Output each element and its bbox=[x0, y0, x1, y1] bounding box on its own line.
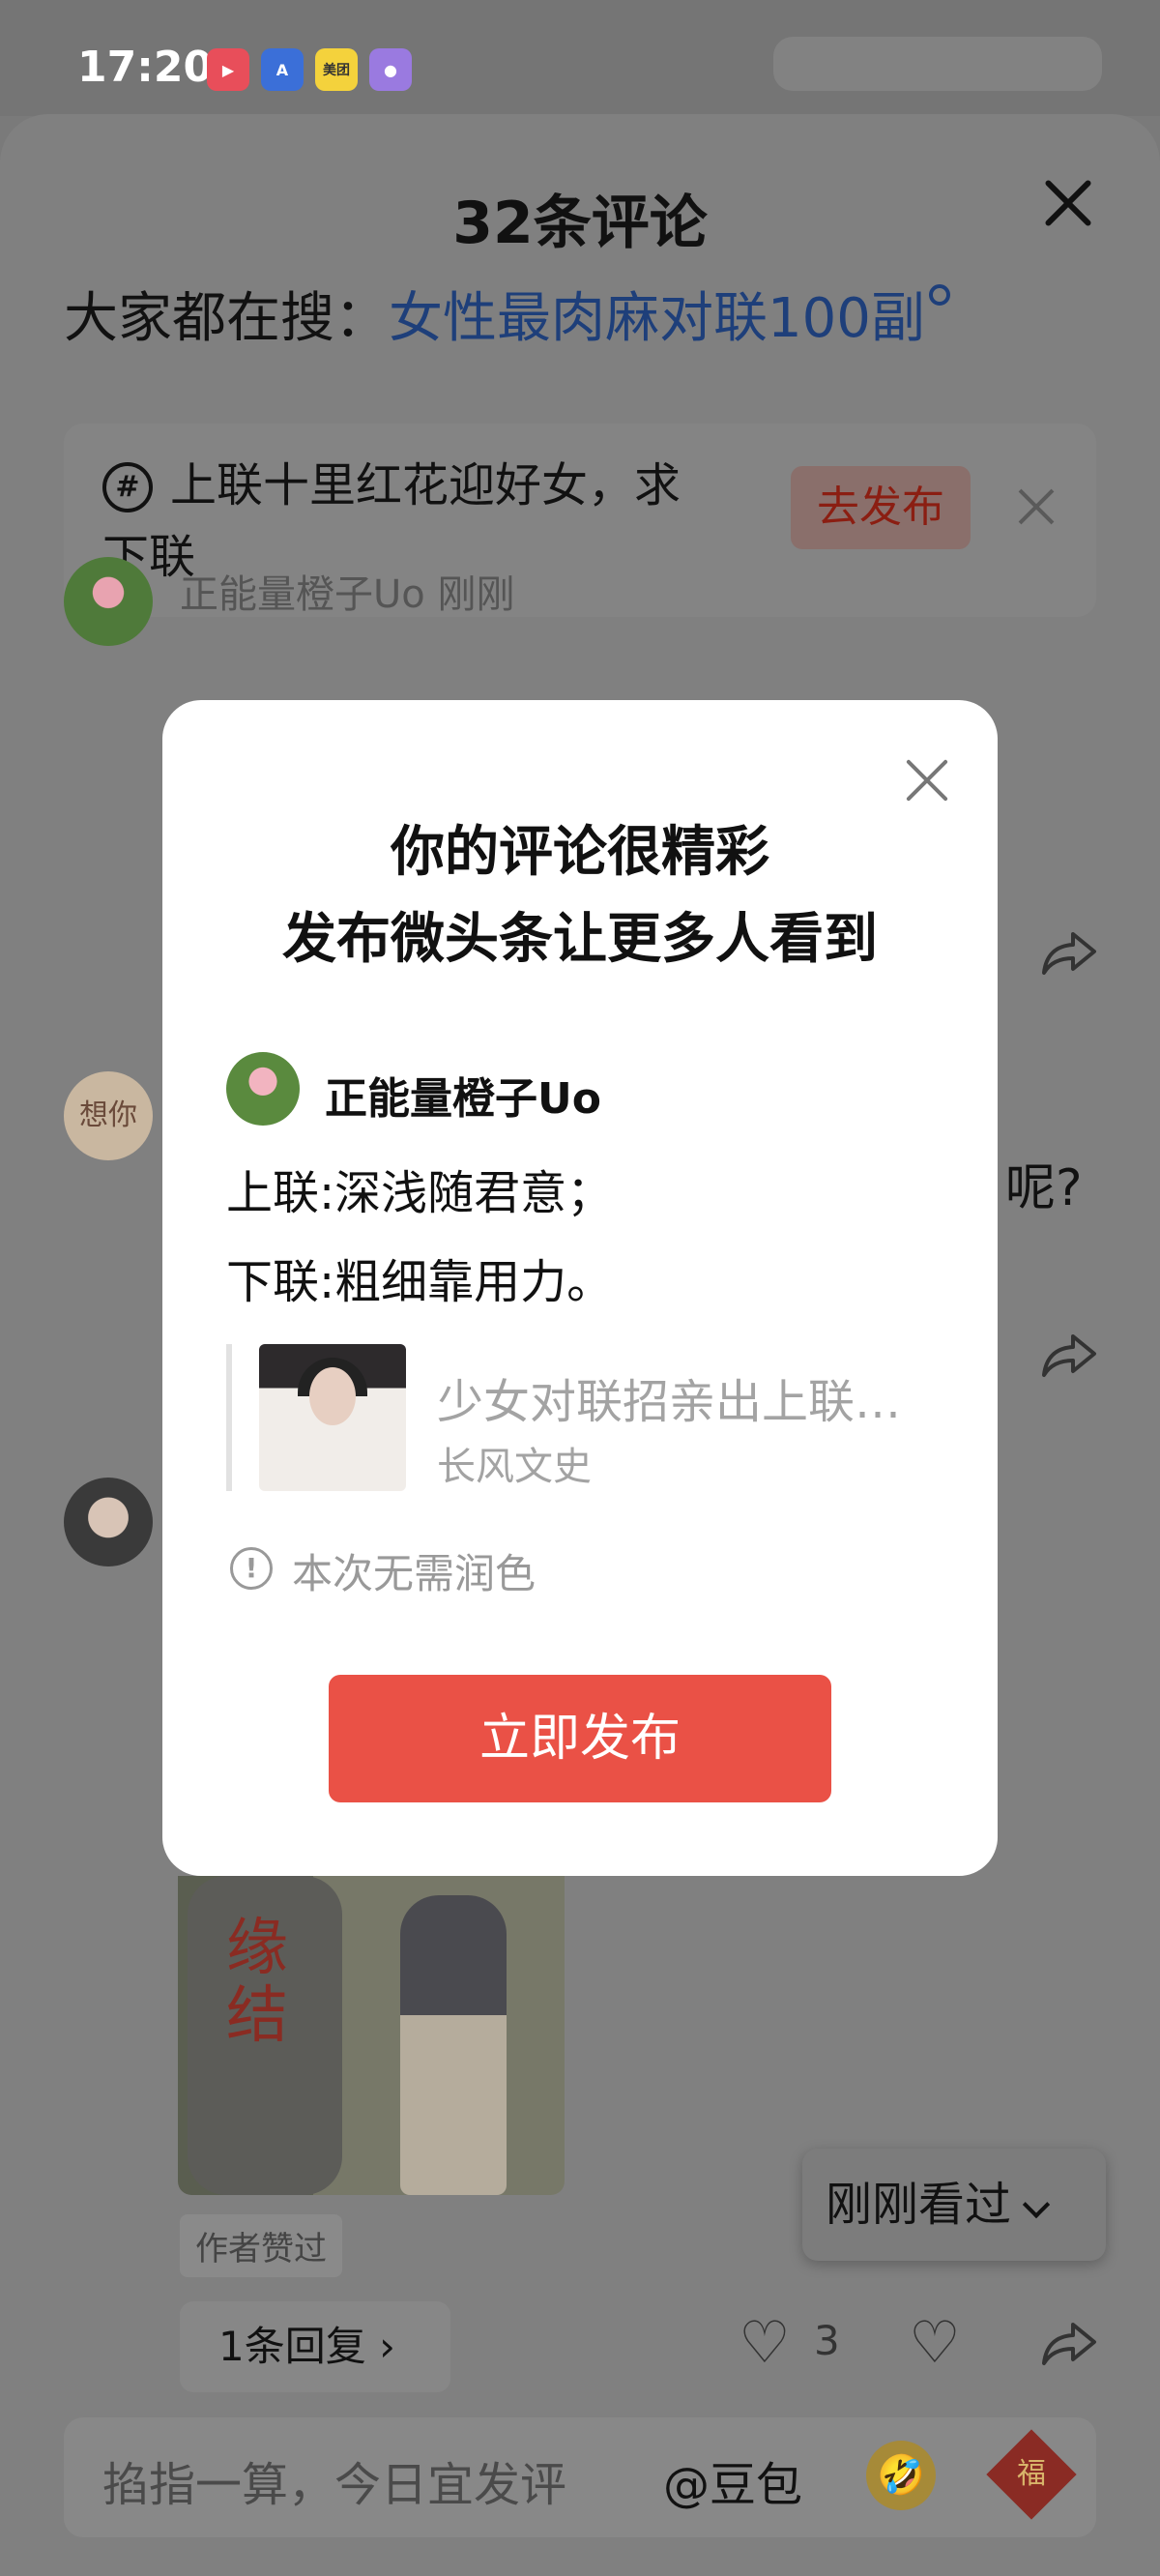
no-polish-note: 本次无需润色 bbox=[292, 1550, 536, 1597]
emoji-icon[interactable]: 🤣 bbox=[866, 2441, 936, 2510]
search-icon bbox=[928, 284, 950, 306]
chevron-down-icon bbox=[1022, 2190, 1051, 2219]
comment-image[interactable]: 缘结 bbox=[178, 1876, 565, 2195]
fu-icon[interactable]: 福 bbox=[986, 2429, 1077, 2520]
comment-line2: 下联:粗细靠用力。 bbox=[226, 1255, 614, 1309]
mention-doubao-button[interactable]: @豆包 bbox=[663, 2446, 802, 2514]
go-publish-button[interactable]: 去发布 bbox=[791, 466, 971, 549]
chat-app-icon: ● bbox=[369, 48, 412, 91]
view-replies-button[interactable]: 1条回复 › bbox=[180, 2301, 450, 2392]
info-icon: ! bbox=[230, 1547, 273, 1590]
user-avatar bbox=[226, 1052, 300, 1126]
share-icon[interactable] bbox=[1040, 928, 1098, 977]
hashtag-icon: # bbox=[102, 462, 153, 512]
recently-viewed-button[interactable]: 刚刚看过 bbox=[802, 2149, 1106, 2261]
modal-close-icon[interactable] bbox=[903, 756, 951, 805]
article-thumbnail bbox=[259, 1344, 406, 1491]
share-icon[interactable] bbox=[1040, 2319, 1098, 2367]
trending-search-row[interactable]: 大家都在搜：女性最肉麻对联100副 bbox=[64, 275, 950, 353]
share-icon[interactable] bbox=[1040, 1331, 1098, 1379]
avatar[interactable]: 想你 bbox=[64, 1071, 153, 1160]
search-link[interactable]: 女性最肉麻对联100副 bbox=[389, 287, 925, 350]
comment-input-bar[interactable]: 掐指一算，今日宜发评 @豆包 🤣 福 bbox=[64, 2417, 1096, 2537]
avatar[interactable] bbox=[64, 1478, 153, 1566]
comment-line1: 上联:深浅随君意； bbox=[226, 1166, 614, 1220]
meituan-icon: 美团 bbox=[315, 48, 358, 91]
modal-title-line1: 你的评论很精彩 bbox=[391, 821, 769, 884]
quoted-title: 少女对联招亲出上联… bbox=[437, 1375, 902, 1429]
username: 正能量橙子Uo bbox=[325, 1074, 601, 1124]
quoted-article: 少女对联招亲出上联… 长风文史 bbox=[226, 1344, 961, 1491]
close-icon[interactable] bbox=[1039, 174, 1097, 232]
status-right-icons bbox=[773, 37, 1102, 91]
recently-viewed-label: 刚刚看过 bbox=[826, 2178, 1012, 2232]
search-prefix: 大家都在搜： bbox=[64, 287, 389, 350]
stone-red-text: 缘结 bbox=[226, 1913, 288, 2052]
status-bar: 17:20 ▶ A 美团 ● bbox=[0, 0, 1160, 116]
publish-now-button[interactable]: 立即发布 bbox=[329, 1675, 831, 1802]
dislike-icon[interactable]: ♡ bbox=[909, 2309, 961, 2377]
like-icon[interactable]: ♡ bbox=[739, 2309, 791, 2377]
app-market-icon: A bbox=[261, 48, 304, 91]
publish-modal: 你的评论很精彩 发布微头条让更多人看到 正能量橙子Uo 上联:深浅随君意； 下联… bbox=[162, 700, 998, 1876]
topic-text: 上联十里红花迎好女，求 bbox=[170, 458, 682, 512]
video-app-icon: ▶ bbox=[207, 48, 249, 91]
modal-title-line2: 发布微头条让更多人看到 bbox=[282, 908, 878, 971]
thumb-face bbox=[309, 1367, 356, 1425]
comment-input-placeholder[interactable]: 掐指一算，今日宜发评 bbox=[102, 2446, 566, 2514]
author-liked-badge: 作者赞过 bbox=[180, 2214, 342, 2277]
woman-figure bbox=[400, 1895, 507, 2195]
avatar[interactable] bbox=[64, 557, 153, 646]
like-count: 3 bbox=[814, 2317, 840, 2364]
comments-count-title: 32条评论 bbox=[452, 190, 708, 257]
fu-char: 福 bbox=[1017, 2457, 1046, 2491]
comment-partial-text: 呢? bbox=[1005, 1159, 1083, 1217]
comment-author-meta: 正能量橙子Uo 刚刚 bbox=[180, 572, 515, 617]
quoted-source: 长风文史 bbox=[437, 1445, 592, 1489]
status-time: 17:20 bbox=[77, 43, 214, 92]
topic-close-icon[interactable] bbox=[1017, 487, 1056, 526]
